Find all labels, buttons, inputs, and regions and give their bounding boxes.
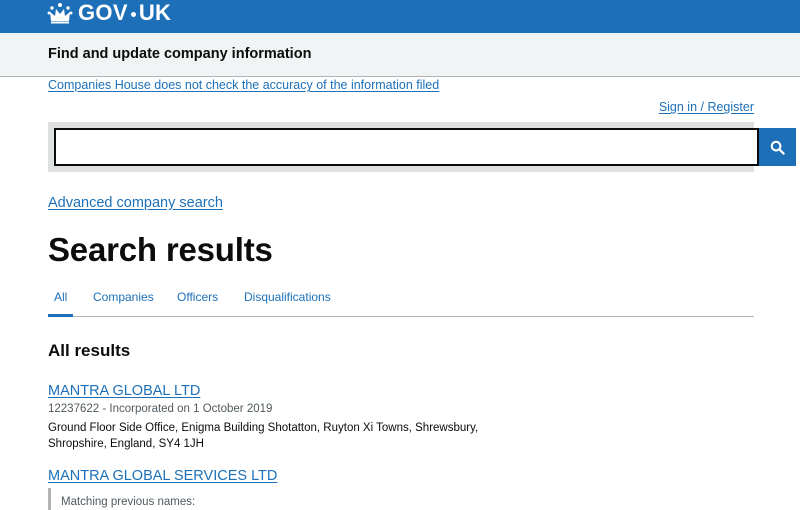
- previous-names-label: Matching previous names:: [61, 496, 196, 508]
- result-title-link[interactable]: MANTRA GLOBAL LTD: [48, 383, 200, 399]
- search-bar: [48, 122, 796, 172]
- tab-disqualifications[interactable]: Disqualifications: [244, 290, 331, 304]
- tab-all[interactable]: All: [54, 290, 67, 304]
- sign-in-register-link[interactable]: Sign in / Register: [659, 100, 754, 114]
- advanced-company-search-link[interactable]: Advanced company search: [48, 195, 223, 211]
- crown-icon: [47, 3, 73, 24]
- previous-names-inset: Matching previous names:: [48, 488, 195, 510]
- result-meta: 12237622 - Incorporated on 1 October 201…: [48, 403, 273, 415]
- logo-text-left: GOV: [78, 0, 128, 25]
- govuk-header: GOV UK: [0, 0, 800, 33]
- page-title: Search results: [48, 231, 273, 268]
- service-name[interactable]: Find and update company information: [48, 46, 311, 62]
- govuk-logo-link[interactable]: GOV UK: [47, 0, 171, 26]
- all-results-heading: All results: [48, 341, 131, 360]
- search-button[interactable]: [759, 128, 796, 166]
- logo-dot: [130, 11, 136, 17]
- result-address: Ground Floor Side Office, Enigma Buildin…: [48, 422, 479, 450]
- logo-text-right: UK: [138, 0, 172, 25]
- search-icon: [770, 140, 785, 155]
- accuracy-notice-link[interactable]: Companies House does not check the accur…: [48, 78, 439, 92]
- govuk-logo-text: GOV UK: [78, 0, 171, 26]
- tab-officers[interactable]: Officers: [177, 290, 218, 304]
- tab-companies[interactable]: Companies: [93, 290, 154, 304]
- result-title-link[interactable]: MANTRA GLOBAL SERVICES LTD: [48, 468, 277, 484]
- search-input[interactable]: [54, 128, 759, 166]
- tab-all-selected-indicator: [48, 314, 73, 317]
- service-bar: Find and update company information: [0, 33, 800, 77]
- results-tabs: All Companies Officers Disqualifications: [48, 285, 754, 317]
